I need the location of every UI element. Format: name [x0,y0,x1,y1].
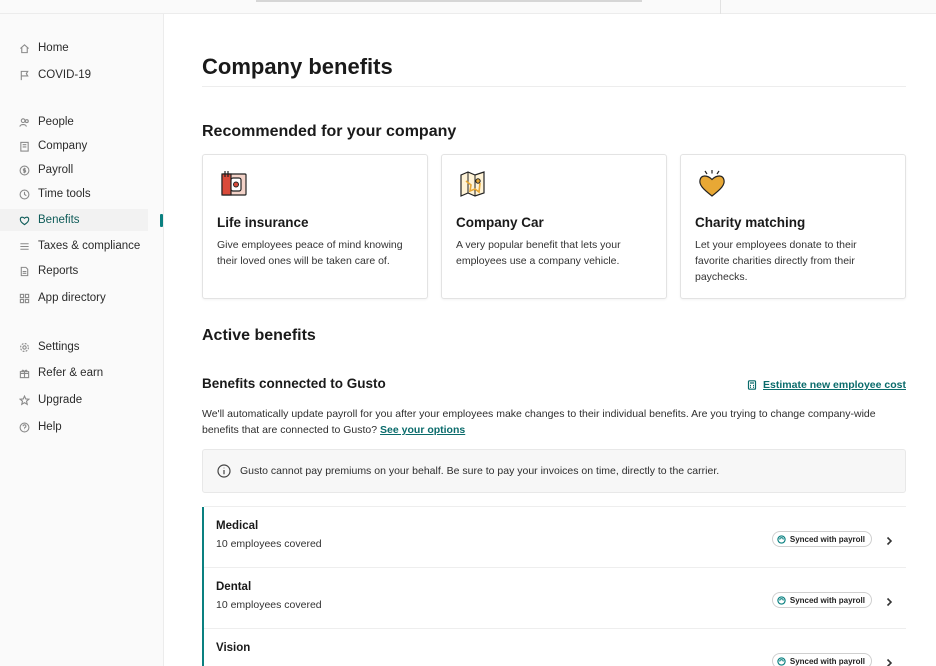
flag-icon [19,70,30,81]
list-icon [19,241,30,252]
sidebar-item-covid[interactable]: COVID-19 [0,64,164,86]
sidebar-item-help[interactable]: Help [0,416,164,438]
gear-icon [19,342,30,353]
carrier-notice: Gusto cannot pay premiums on your behalf… [202,449,906,493]
sidebar-item-time-tools[interactable]: Time tools [0,183,164,205]
card-description: Let your employees donate to their favor… [695,239,857,283]
sync-icon [777,534,786,544]
see-options-link[interactable]: See your options [380,424,465,436]
sidebar-item-label: Taxes & compliance [38,240,141,252]
sidebar-item-label: Reports [38,265,79,277]
sidebar-item-label: Settings [38,341,80,353]
sidebar-item-app-directory[interactable]: App directory [0,287,164,309]
sidebar-item-payroll[interactable]: Payroll [0,159,164,181]
estimate-cost-link[interactable]: Estimate new employee cost [747,379,906,391]
card-life-insurance[interactable]: Life insurance Give employees peace of m… [202,154,428,299]
info-paragraph: We'll automatically update payroll for y… [202,406,906,438]
card-charity-matching[interactable]: Charity matching Let your employees dona… [680,154,906,299]
card-title: Life insurance [217,215,309,230]
life-insurance-icon [221,171,247,196]
top-bar-divider [720,0,721,14]
sidebar-item-home[interactable]: Home [0,37,164,59]
synced-badge: Synced with payroll [771,653,872,666]
sidebar-item-label: Refer & earn [38,367,104,379]
active-benefits-heading: Active benefits [202,327,316,344]
heart-icon [699,170,725,197]
clock-icon [19,189,30,200]
sidebar-item-people[interactable]: People [0,111,164,133]
sidebar-item-upgrade[interactable]: Upgrade [0,389,164,411]
sidebar-item-label: App directory [38,292,106,304]
heart-shield-icon [19,215,30,226]
card-title: Charity matching [695,215,806,230]
benefit-row-vision[interactable]: Vision Synced with payroll [204,628,906,666]
recommended-heading: Recommended for your company [202,123,457,140]
badge-label: Synced with payroll [789,534,865,544]
badge-label: Synced with payroll [789,595,865,605]
sidebar-item-reports[interactable]: Reports [0,260,164,282]
sidebar-item-label: Company [38,140,88,152]
top-bar [0,0,936,14]
sidebar: Home COVID-19 People Company Payroll Tim… [0,14,164,666]
sidebar-item-company[interactable]: Company [0,135,164,157]
sidebar-item-label: Help [38,421,62,433]
benefit-row-dental[interactable]: Dental 10 employees covered Synced with … [204,567,906,629]
card-description: Give employees peace of mind knowing the… [217,239,403,267]
title-divider [202,86,906,87]
active-indicator [160,214,163,227]
map-car-icon [460,171,485,197]
sync-icon [777,595,786,605]
sidebar-item-label: Benefits [38,214,80,226]
chevron-right-icon [884,533,894,546]
info-icon [217,464,231,478]
chevron-right-icon [884,594,894,607]
sync-icon [777,656,786,666]
sidebar-item-label: Payroll [38,164,74,176]
sidebar-item-label: People [38,116,74,128]
page-title: Company benefits [202,54,393,79]
star-icon [19,394,30,406]
card-description: A very popular benefit that lets your em… [456,239,621,267]
sidebar-item-refer[interactable]: Refer & earn [0,362,164,384]
badge-label: Synced with payroll [789,656,865,666]
gift-icon [19,368,30,379]
notice-text: Gusto cannot pay premiums on your behalf… [240,465,720,477]
card-title: Company Car [456,215,544,230]
document-icon [19,266,30,277]
synced-badge: Synced with payroll [771,592,872,608]
help-icon [19,422,30,433]
estimate-link-label: Estimate new employee cost [763,379,906,391]
sidebar-item-taxes[interactable]: Taxes & compliance [0,235,164,257]
synced-badge: Synced with payroll [771,531,872,547]
benefit-list: Medical 10 employees covered Synced with… [202,506,906,666]
building-icon [19,141,30,152]
info-text: We'll automatically update payroll for y… [202,408,876,436]
calculator-icon [747,380,757,390]
home-icon [19,43,30,54]
sidebar-item-benefits[interactable]: Benefits [0,209,148,231]
benefit-row-medical[interactable]: Medical 10 employees covered Synced with… [204,506,906,568]
card-company-car[interactable]: Company Car A very popular benefit that … [441,154,667,299]
grid-icon [19,293,30,304]
sidebar-item-label: COVID-19 [38,69,92,81]
search-bar[interactable] [256,0,642,2]
people-icon [19,117,30,128]
dollar-circle-icon [19,165,30,176]
chevron-right-icon [884,655,894,666]
connected-heading: Benefits connected to Gusto [202,376,386,391]
sidebar-item-label: Home [38,42,69,54]
sidebar-item-label: Time tools [38,188,91,200]
sidebar-item-label: Upgrade [38,394,83,406]
sidebar-item-settings[interactable]: Settings [0,336,164,358]
